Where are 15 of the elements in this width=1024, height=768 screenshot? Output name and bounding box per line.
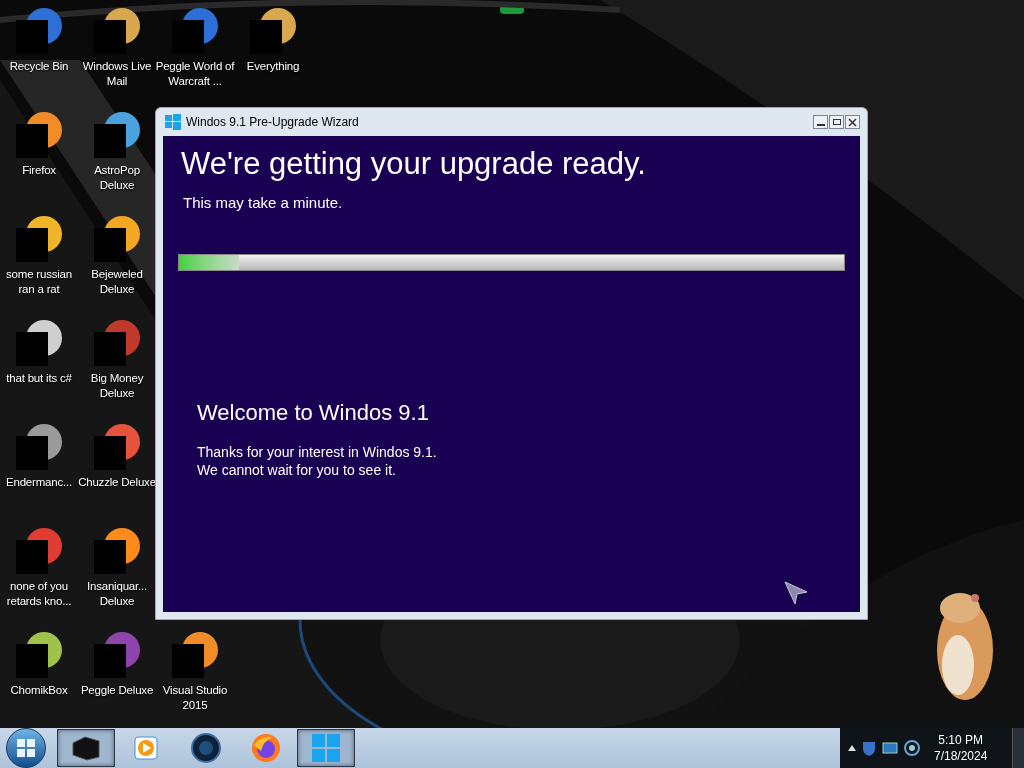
shield-icon[interactable] <box>862 740 876 756</box>
start-button[interactable] <box>6 728 46 768</box>
taskbar-button[interactable] <box>57 729 115 767</box>
up-arrow-icon[interactable] <box>848 745 856 751</box>
clock-time: 5:10 PM <box>938 732 984 748</box>
box-icon <box>71 735 101 761</box>
monitor-icon[interactable] <box>882 741 898 755</box>
clock-date: 7/18/2024 <box>934 748 988 764</box>
globe-icon <box>191 733 221 763</box>
play-icon <box>134 736 158 760</box>
windows-logo-icon <box>17 739 35 757</box>
fox-globe-icon <box>251 733 281 763</box>
taskbar-button[interactable] <box>297 729 355 767</box>
clock[interactable]: 5:10 PM 7/18/2024 <box>934 732 988 764</box>
windows-logo-icon <box>311 733 341 763</box>
